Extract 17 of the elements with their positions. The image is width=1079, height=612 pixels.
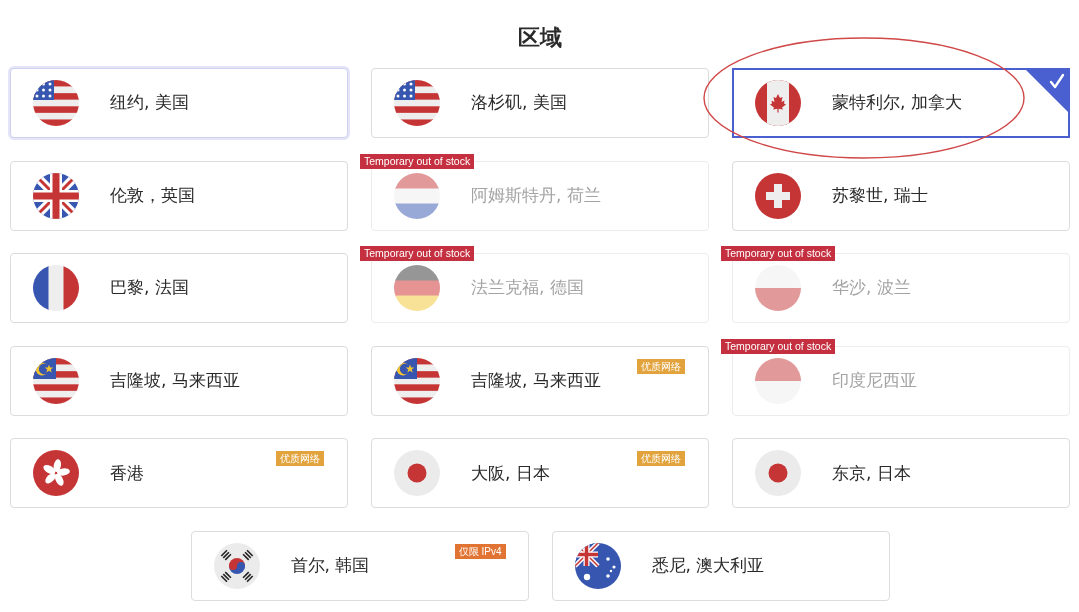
out-of-stock-label: Temporary out of stock: [360, 153, 475, 169]
region-option[interactable]: 伦敦，英国: [10, 160, 348, 231]
region-option[interactable]: 巴黎, 法国: [10, 253, 348, 324]
region-option[interactable]: 吉隆坡, 马来西亚: [10, 345, 348, 416]
feature-tag: 优质网络: [276, 451, 324, 467]
region-option[interactable]: 东京, 日本: [732, 438, 1070, 509]
out-of-stock-label: Temporary out of stock: [721, 246, 836, 262]
region-option[interactable]: 洛杉矶, 美国: [371, 68, 709, 138]
region-option[interactable]: 纽约, 美国: [10, 68, 348, 138]
selected-check-icon: [1026, 70, 1068, 112]
out-of-stock-label: Temporary out of stock: [360, 246, 475, 262]
section-title: 区域: [516, 24, 563, 51]
out-of-stock-label: Temporary out of stock: [721, 338, 836, 354]
region-option[interactable]: 悉尼, 澳大利亚: [551, 530, 890, 601]
feature-tag: 优质网络: [637, 451, 685, 467]
region-option[interactable]: 蒙特利尔, 加拿大: [732, 68, 1070, 138]
region-option[interactable]: 苏黎世, 瑞士: [732, 160, 1070, 231]
